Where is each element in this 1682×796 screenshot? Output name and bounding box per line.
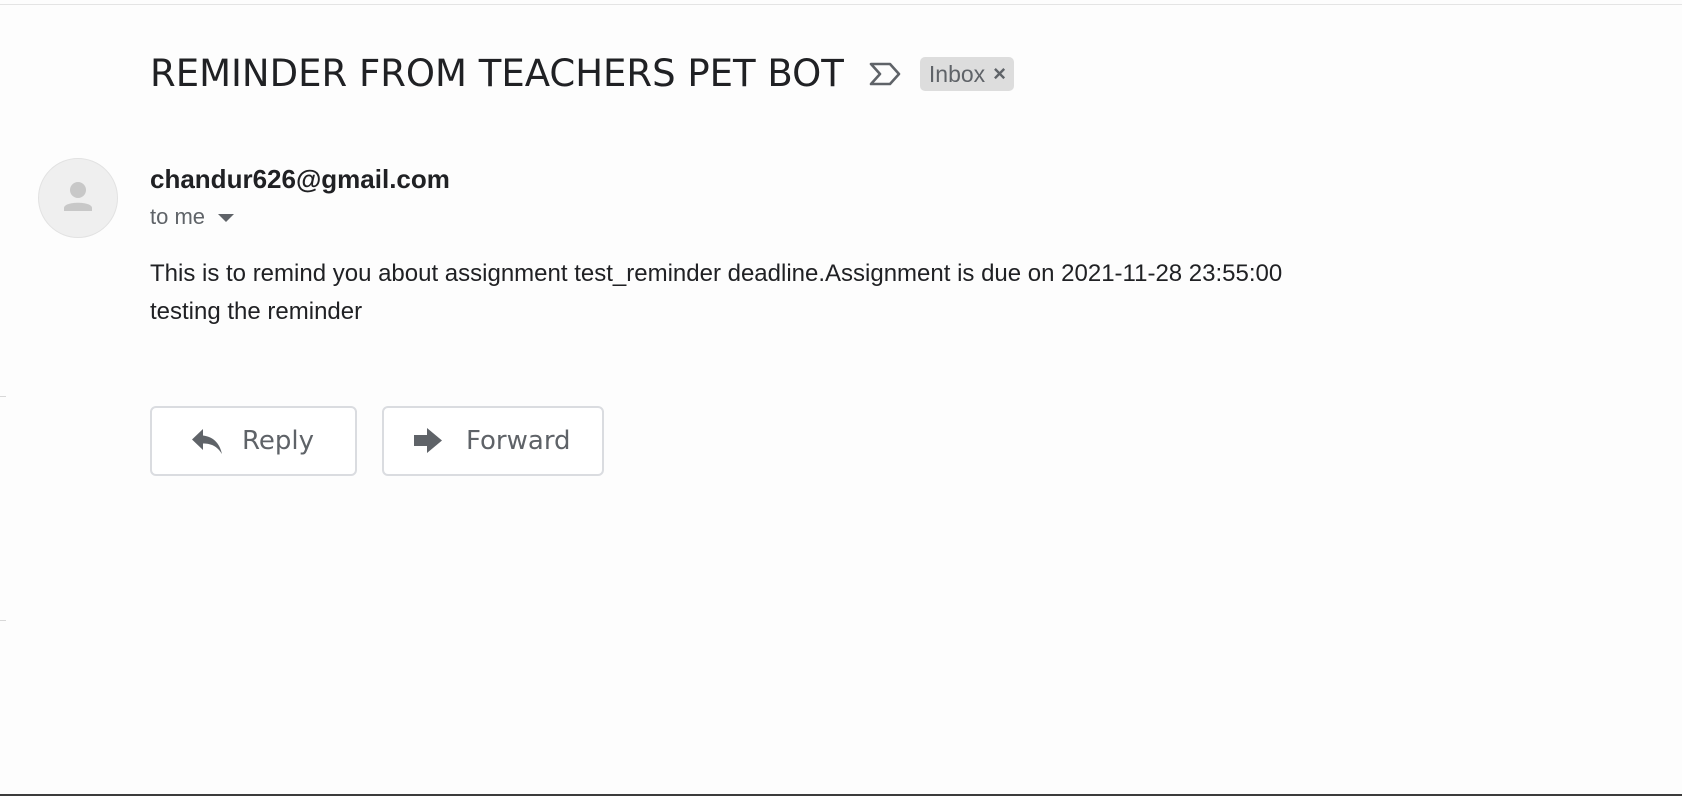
edge-marker (0, 620, 6, 621)
forward-arrow-icon (414, 428, 442, 453)
top-divider (0, 4, 1682, 5)
email-body: This is to remind you about assignment t… (150, 255, 1282, 331)
sender-avatar[interactable] (38, 158, 118, 238)
reply-button[interactable]: Reply (150, 406, 357, 476)
sender-email: chandur626@gmail.com (150, 164, 450, 194)
recipient-text: to me (150, 204, 206, 229)
inbox-label-chip[interactable]: Inbox × (919, 57, 1015, 91)
reply-label: Reply (242, 426, 315, 456)
reply-arrow-icon (192, 429, 222, 454)
recipient-details-toggle[interactable]: to me (150, 202, 235, 232)
body-line: This is to remind you about assignment t… (150, 260, 1283, 287)
body-line: testing the reminder (150, 298, 363, 325)
subject-row: REMINDER FROM TEACHERS PET BOT Inbox × (150, 46, 1015, 102)
message-actions: Reply Forward (150, 406, 604, 476)
importance-marker-icon[interactable] (868, 59, 902, 89)
remove-label-icon[interactable]: × (993, 63, 1006, 85)
edge-marker (0, 396, 6, 397)
email-subject: REMINDER FROM TEACHERS PET BOT (150, 52, 844, 95)
chevron-down-icon[interactable] (218, 214, 235, 222)
forward-label: Forward (466, 426, 571, 456)
person-silhouette-icon (64, 182, 92, 211)
inbox-label: Inbox (928, 60, 986, 87)
forward-button[interactable]: Forward (382, 406, 604, 476)
